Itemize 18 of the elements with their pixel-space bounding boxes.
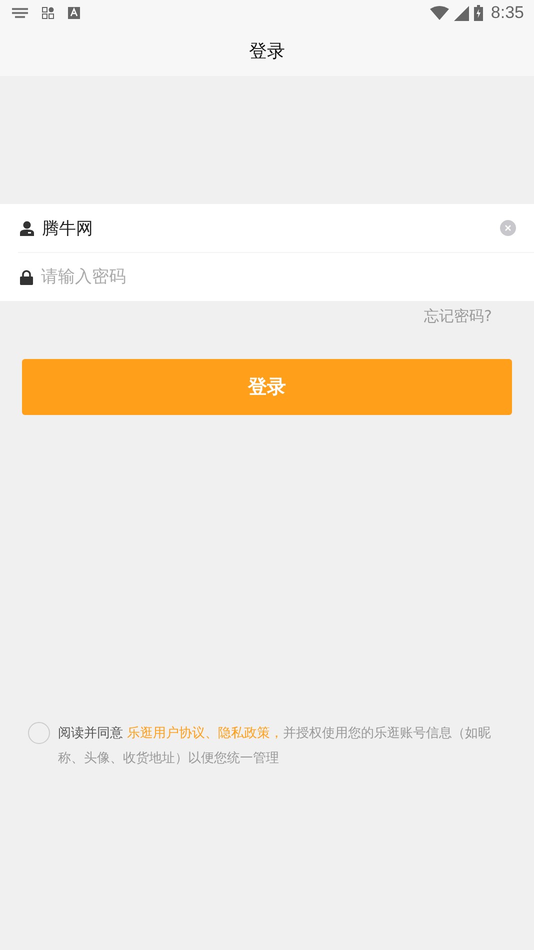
status-time: 8:35 <box>490 3 524 23</box>
login-button[interactable]: 登录 <box>22 359 512 415</box>
lock-icon <box>20 270 33 284</box>
agreement-link[interactable]: 乐逛用户协议、隐私政策， <box>127 726 284 741</box>
agreement-text: 阅读并同意 乐逛用户协议、隐私政策，并授权使用您的乐逛账号信息（如昵称、头像、收货地址）以便您统一管理 <box>58 725 492 768</box>
agreement-checkbox[interactable] <box>28 722 50 744</box>
forgot-password-link[interactable]: 忘记密码? <box>424 307 492 333</box>
font-icon <box>68 7 80 19</box>
battery-icon <box>474 5 483 21</box>
keyboard-icon <box>12 8 28 18</box>
apps-icon <box>42 7 54 19</box>
wifi-icon <box>430 6 449 20</box>
page-title: 登录 <box>249 40 285 63</box>
user-icon <box>20 220 34 236</box>
password-field[interactable]: 请输入密码 <box>41 267 516 287</box>
username-field[interactable]: 腾牛网 <box>42 218 500 238</box>
clear-icon[interactable] <box>500 220 516 236</box>
signal-icon <box>454 6 469 20</box>
